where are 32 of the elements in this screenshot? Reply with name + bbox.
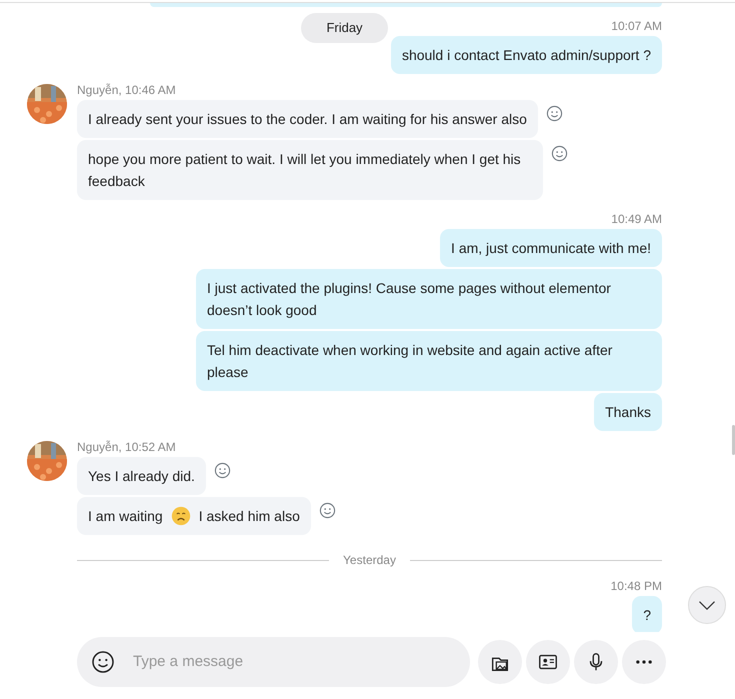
message-text: I asked him also (198, 507, 300, 526)
message-text: I already sent your issues to the coder. I am waiting for his answer also (88, 110, 527, 129)
message-text: ? (643, 606, 651, 625)
message-text: Thanks (605, 403, 651, 422)
smiley-icon (546, 105, 563, 122)
sender-time: Nguyễn, 10:46 AM (77, 83, 176, 97)
microphone-button[interactable] (574, 640, 618, 684)
message-text: I am, just communicate with me! (451, 239, 651, 258)
message-text: Tel him deactivate when working in website and again active after please (207, 341, 614, 382)
message-input[interactable]: Type a message (131, 650, 456, 674)
message-text: should i contact Envato admin/support ? (402, 46, 651, 65)
contact-card-button[interactable] (526, 640, 570, 684)
divider-label: Yesterday (342, 552, 397, 569)
message-field[interactable]: Type a message (77, 637, 470, 687)
scroll-down-button[interactable] (688, 586, 726, 624)
message-time: 10:07 AM (611, 19, 662, 33)
day-label: Friday (301, 13, 388, 43)
gallery-button[interactable] (478, 640, 522, 684)
message-text: hope you more patient to wait. I will let you immediately when I get his feedback (88, 150, 522, 191)
message-time: 10:48 PM (610, 579, 662, 593)
more-icon (636, 660, 652, 664)
sad-face-icon (170, 506, 191, 526)
smiley-icon (318, 502, 336, 519)
sender-time: Nguyễn, 10:52 AM (77, 440, 176, 454)
smiley-icon (214, 462, 231, 479)
message-text: I am waiting (88, 507, 163, 526)
message-time: 10:49 AM (611, 212, 662, 226)
scrollbar-thumb[interactable] (732, 425, 735, 455)
message-text: I just activated the plugins! Cause some pages without elementor doesn’t look good (207, 279, 612, 320)
message-text: Yes I already did. (88, 467, 195, 486)
smiley-icon[interactable] (91, 650, 115, 674)
smiley-icon (551, 145, 568, 162)
